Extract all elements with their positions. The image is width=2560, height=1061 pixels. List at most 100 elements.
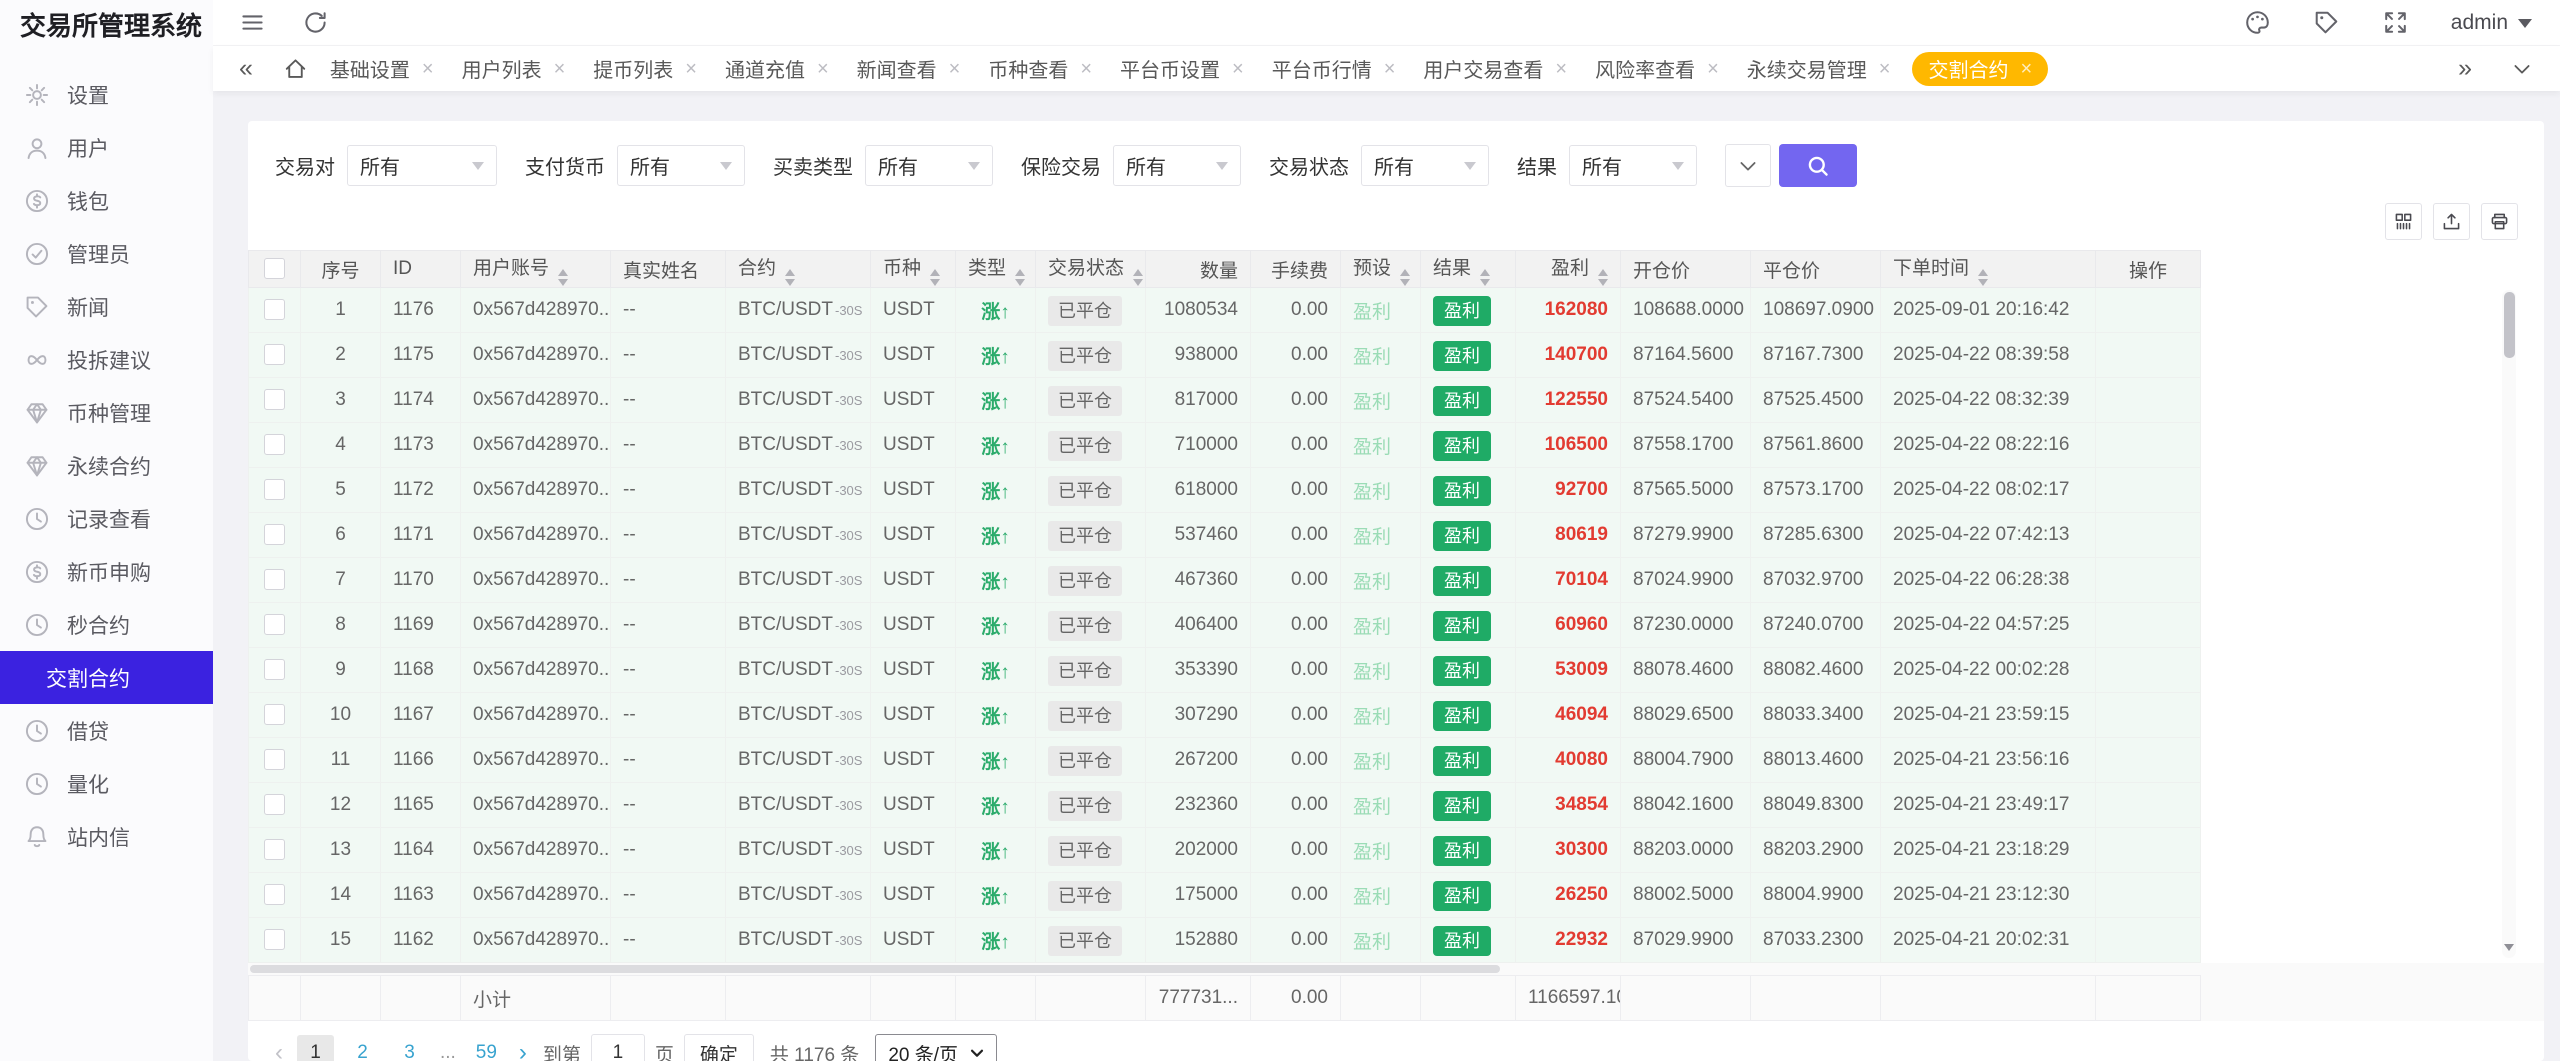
tab-close-icon[interactable]: × xyxy=(1384,59,1396,79)
sort-icon[interactable] xyxy=(1978,269,1988,286)
row-checkbox[interactable] xyxy=(264,434,285,455)
tab-10[interactable]: 永续交易管理× xyxy=(1733,46,1905,91)
tab-close-icon[interactable]: × xyxy=(422,59,434,79)
sort-icon[interactable] xyxy=(930,269,940,286)
col-header-type[interactable]: 类型 xyxy=(956,251,1036,288)
row-checkbox[interactable] xyxy=(264,614,285,635)
tab-5[interactable]: 币种查看× xyxy=(974,46,1106,91)
tab-close-icon[interactable]: × xyxy=(1707,59,1719,79)
sidebar-item-7[interactable]: 永续合约 xyxy=(0,439,213,492)
sidebar-item-2[interactable]: 钱包 xyxy=(0,174,213,227)
tabs-menu-chevron-icon[interactable] xyxy=(2510,57,2534,81)
filter-select-1[interactable]: 所有 xyxy=(617,145,745,186)
row-checkbox[interactable] xyxy=(264,344,285,365)
sort-icon[interactable] xyxy=(1598,269,1608,286)
home-icon[interactable] xyxy=(283,56,308,81)
sidebar-item-5[interactable]: 投拆建议 xyxy=(0,333,213,386)
col-header-account[interactable]: 用户账号 xyxy=(461,251,611,288)
tab-close-icon[interactable]: × xyxy=(1232,59,1244,79)
row-checkbox[interactable] xyxy=(264,524,285,545)
filter-select-5[interactable]: 所有 xyxy=(1569,145,1697,186)
sidebar-item-9[interactable]: 新币申购 xyxy=(0,545,213,598)
filter-select-0[interactable]: 所有 xyxy=(347,145,497,186)
col-header-result[interactable]: 结果 xyxy=(1421,251,1516,288)
sidebar-item-0[interactable]: 设置 xyxy=(0,68,213,121)
sidebar-item-14[interactable]: 站内信 xyxy=(0,810,213,863)
page-59[interactable]: 59 xyxy=(468,1035,505,1061)
sort-icon[interactable] xyxy=(1400,269,1410,286)
col-header-time[interactable]: 下单时间 xyxy=(1881,251,2096,288)
sort-icon[interactable] xyxy=(1015,269,1025,286)
row-checkbox[interactable] xyxy=(264,389,285,410)
tab-3[interactable]: 通道充值× xyxy=(711,46,843,91)
tab-close-icon[interactable]: × xyxy=(1555,59,1567,79)
row-checkbox[interactable] xyxy=(264,929,285,950)
sort-icon[interactable] xyxy=(785,269,795,286)
row-checkbox[interactable] xyxy=(264,839,285,860)
row-checkbox[interactable] xyxy=(264,704,285,725)
goto-page-input[interactable] xyxy=(591,1034,645,1061)
refresh-icon[interactable] xyxy=(302,9,329,36)
tabs-collapse-icon[interactable]: « xyxy=(239,56,253,81)
tab-close-icon[interactable]: × xyxy=(554,59,566,79)
next-page-icon[interactable]: › xyxy=(519,1041,527,1061)
row-checkbox[interactable] xyxy=(264,749,285,770)
row-checkbox[interactable] xyxy=(264,299,285,320)
horizontal-scrollbar-thumb[interactable] xyxy=(250,965,1500,973)
page-1[interactable]: 1 xyxy=(297,1035,334,1061)
tab-11[interactable]: 交割合约× xyxy=(1912,52,2048,86)
tab-6[interactable]: 平台币设置× xyxy=(1106,46,1258,91)
sidebar-item-6[interactable]: 币种管理 xyxy=(0,386,213,439)
tab-2[interactable]: 提币列表× xyxy=(579,46,711,91)
tab-close-icon[interactable]: × xyxy=(817,59,829,79)
page-3[interactable]: 3 xyxy=(391,1035,428,1061)
filter-select-2[interactable]: 所有 xyxy=(865,145,993,186)
sort-icon[interactable] xyxy=(1133,269,1143,286)
admin-dropdown[interactable]: admin xyxy=(2451,11,2532,35)
tabs-expand-icon[interactable]: » xyxy=(2458,56,2472,81)
row-checkbox[interactable] xyxy=(264,884,285,905)
per-page-select[interactable]: 20 条/页 xyxy=(875,1034,997,1061)
row-checkbox[interactable] xyxy=(264,794,285,815)
sidebar-item-1[interactable]: 用户 xyxy=(0,121,213,174)
sidebar-item-4[interactable]: 新闻 xyxy=(0,280,213,333)
col-header-profit[interactable]: 盈利 xyxy=(1516,251,1621,288)
menu-toggle-icon[interactable] xyxy=(239,9,266,36)
print-button[interactable] xyxy=(2481,203,2518,240)
search-button[interactable] xyxy=(1779,144,1857,187)
sidebar-item-8[interactable]: 记录查看 xyxy=(0,492,213,545)
sidebar-item-11[interactable]: 交割合约 xyxy=(0,651,213,704)
sort-icon[interactable] xyxy=(558,269,568,286)
filter-expand-button[interactable] xyxy=(1725,144,1771,187)
filter-select-4[interactable]: 所有 xyxy=(1361,145,1489,186)
confirm-page-button[interactable]: 确定 xyxy=(684,1034,754,1061)
page-2[interactable]: 2 xyxy=(344,1035,381,1061)
tab-close-icon[interactable]: × xyxy=(1080,59,1092,79)
col-header-contract[interactable]: 合约 xyxy=(726,251,871,288)
tab-close-icon[interactable]: × xyxy=(2020,59,2032,79)
sort-icon[interactable] xyxy=(1480,269,1490,286)
sidebar-item-3[interactable]: 管理员 xyxy=(0,227,213,280)
sidebar-item-12[interactable]: 借贷 xyxy=(0,704,213,757)
tab-close-icon[interactable]: × xyxy=(949,59,961,79)
tab-close-icon[interactable]: × xyxy=(685,59,697,79)
tab-0[interactable]: 基础设置× xyxy=(316,46,448,91)
col-header-coin[interactable]: 币种 xyxy=(871,251,956,288)
tab-1[interactable]: 用户列表× xyxy=(448,46,580,91)
row-checkbox[interactable] xyxy=(264,479,285,500)
select-all-checkbox[interactable] xyxy=(264,258,285,279)
prev-page-icon[interactable]: ‹ xyxy=(275,1041,283,1061)
row-checkbox[interactable] xyxy=(264,569,285,590)
tab-9[interactable]: 风险率查看× xyxy=(1581,46,1733,91)
export-button[interactable] xyxy=(2433,203,2470,240)
tab-4[interactable]: 新闻查看× xyxy=(843,46,975,91)
tag-icon[interactable] xyxy=(2313,9,2340,36)
scroll-down-arrow-icon[interactable] xyxy=(2504,944,2514,956)
horizontal-scrollbar[interactable] xyxy=(248,963,2544,975)
theme-palette-icon[interactable] xyxy=(2244,9,2271,36)
filter-select-3[interactable]: 所有 xyxy=(1113,145,1241,186)
col-header-preset[interactable]: 预设 xyxy=(1341,251,1421,288)
tab-7[interactable]: 平台币行情× xyxy=(1258,46,1410,91)
tab-close-icon[interactable]: × xyxy=(1879,59,1891,79)
tab-8[interactable]: 用户交易查看× xyxy=(1409,46,1581,91)
